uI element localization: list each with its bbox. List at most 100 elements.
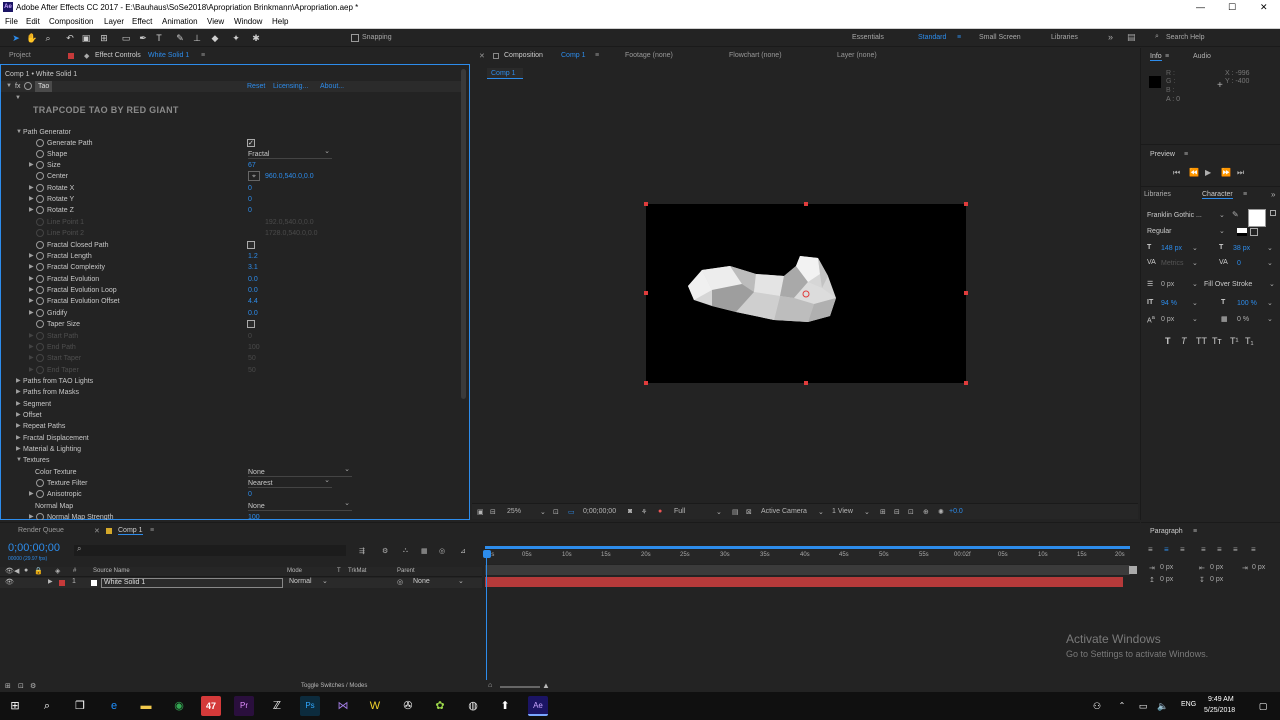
stopwatch-icon[interactable] xyxy=(36,513,44,520)
brush-tool-icon[interactable]: ✎ xyxy=(174,32,186,44)
stroke-width-value[interactable]: 0 px xyxy=(1161,281,1174,288)
tab-audio[interactable]: Audio xyxy=(1193,53,1211,60)
snapshot-icon[interactable]: ◙ xyxy=(628,508,632,515)
task-view-icon[interactable]: ❐ xyxy=(70,696,90,716)
stopwatch-icon[interactable] xyxy=(36,320,44,328)
tab-footage[interactable]: Footage (none) xyxy=(625,52,673,59)
style-chevron-icon[interactable]: ⌄ xyxy=(1219,227,1225,235)
center-value[interactable]: 960.0,540.0,0.0 xyxy=(265,171,314,182)
font-size-value[interactable]: 148 px xyxy=(1161,245,1182,252)
fractal-length-value[interactable]: 1.2 xyxy=(248,251,258,262)
tab-info[interactable]: Info xyxy=(1150,53,1162,61)
fractal-evolution-offset-value[interactable]: 4.4 xyxy=(248,296,258,307)
justify-center-icon[interactable]: ≡ xyxy=(1217,545,1222,554)
layer-switches-icon[interactable]: ⊞ xyxy=(5,682,11,690)
group-expand-icon[interactable]: ▶ xyxy=(16,444,21,455)
maximize-button[interactable]: ☐ xyxy=(1228,2,1236,13)
transform-handle[interactable] xyxy=(644,291,648,295)
group-expand-icon[interactable]: ▶ xyxy=(16,410,21,421)
menu-window[interactable]: Window xyxy=(234,17,262,26)
justify-right-icon[interactable]: ≡ xyxy=(1233,545,1238,554)
comp-nav-tab[interactable]: Comp 1 xyxy=(487,68,523,79)
composition-canvas[interactable] xyxy=(646,204,966,383)
transform-handle[interactable] xyxy=(804,381,808,385)
indent-right-value[interactable]: 0 px xyxy=(1210,564,1223,571)
rotate-y-value[interactable]: 0 xyxy=(248,194,252,205)
network-icon[interactable]: ▭ xyxy=(1133,696,1153,716)
menu-composition[interactable]: Composition xyxy=(49,17,93,26)
play-icon[interactable]: ▶ xyxy=(1205,168,1211,177)
space-before-value[interactable]: 0 px xyxy=(1160,576,1173,583)
stopwatch-icon[interactable] xyxy=(36,479,44,487)
transform-handle[interactable] xyxy=(644,202,648,206)
layer-row[interactable]: 👁 ▶ 1 White Solid 1 Normal ⌄ ◎ None ⌄ xyxy=(0,578,482,588)
group-fractal-displacement[interactable]: Fractal Displacement xyxy=(23,433,89,444)
clock-date[interactable]: 5/25/2018 xyxy=(1204,707,1235,714)
stroke-mode-dropdown[interactable]: Fill Over Stroke xyxy=(1204,281,1252,288)
zoom-in-icon[interactable]: ▲ xyxy=(542,681,550,690)
licensing-link[interactable]: Licensing... xyxy=(273,81,308,92)
menu-view[interactable]: View xyxy=(207,17,224,26)
group-expand-icon[interactable]: ▶ xyxy=(16,433,21,444)
people-icon[interactable]: ⚇ xyxy=(1087,696,1107,716)
toggle-switches-modes-button[interactable]: Toggle Switches / Modes xyxy=(301,683,367,689)
stroke-width-chevron-icon[interactable]: ⌄ xyxy=(1192,280,1198,288)
in-out-icon[interactable]: ⚙ xyxy=(30,682,36,690)
align-left-icon[interactable]: ≡ xyxy=(1148,545,1153,554)
app-green-icon[interactable]: ✿ xyxy=(430,696,450,716)
swap-colors-icon[interactable] xyxy=(1270,210,1276,216)
app-w-icon[interactable]: W xyxy=(365,696,385,716)
tracking-chevron-icon[interactable]: ⌄ xyxy=(1267,259,1273,267)
layer-duration-bar[interactable] xyxy=(485,577,1123,587)
notifications-icon[interactable]: ▢ xyxy=(1253,696,1273,716)
timeline-search-input[interactable]: ⌕ xyxy=(74,544,346,556)
vertical-scale-value[interactable]: 94 % xyxy=(1161,300,1177,307)
reset-exposure-icon[interactable]: ✺ xyxy=(938,508,944,516)
timeline-icon[interactable]: ⊡ xyxy=(908,508,914,516)
search-help-input[interactable]: Search Help xyxy=(1166,34,1205,41)
menu-layer[interactable]: Layer xyxy=(104,17,124,26)
search-icon[interactable]: ⌕ xyxy=(37,696,57,716)
windows-start-icon[interactable]: ⊞ xyxy=(5,696,25,716)
region-of-interest-icon[interactable]: ▤ xyxy=(732,508,739,516)
group-paths-from-tao-lights[interactable]: Paths from TAO Lights xyxy=(23,376,93,387)
reset-link[interactable]: Reset xyxy=(247,81,265,92)
camera-dropdown[interactable]: Active Camera xyxy=(761,508,807,515)
timeline-timecode[interactable]: 0;00;00;00 xyxy=(8,542,60,554)
channel-icon[interactable]: ● xyxy=(658,508,662,515)
generate-path-checkbox[interactable] xyxy=(247,138,255,149)
camera-tool-icon[interactable]: ▣ xyxy=(80,32,92,44)
time-ruler[interactable]: 0s 05s 10s 15s 20s 25s 30s 35s 40s 45s 5… xyxy=(485,550,1130,564)
transparency-grid-icon[interactable]: ⊠ xyxy=(746,508,752,516)
tab-timeline-comp[interactable]: Comp 1 xyxy=(118,527,143,535)
video-switch-icon[interactable]: 👁 xyxy=(5,567,14,575)
kerning-value[interactable]: Metrics xyxy=(1161,260,1184,267)
info-menu-icon[interactable]: ≡ xyxy=(1165,53,1169,60)
frame-blending-icon[interactable]: ▦ xyxy=(421,547,428,555)
shape-dropdown[interactable]: Fractal xyxy=(248,146,332,159)
justify-left-icon[interactable]: ≡ xyxy=(1201,545,1206,554)
tracking-value[interactable]: 0 xyxy=(1237,260,1241,267)
transform-handle[interactable] xyxy=(964,381,968,385)
timecode-display[interactable]: 0;00;00;00 xyxy=(583,508,616,515)
pan-behind-tool-icon[interactable]: ⊞ xyxy=(98,32,110,44)
transform-handle[interactable] xyxy=(964,202,968,206)
align-center-icon[interactable]: ≡ xyxy=(1164,545,1169,554)
hide-shy-layers-icon[interactable]: ⛬ xyxy=(403,547,408,555)
tab-layer[interactable]: Layer (none) xyxy=(837,52,877,59)
search-icon[interactable]: ⌕ xyxy=(1155,33,1159,41)
anisotropic-value[interactable]: 0 xyxy=(248,489,252,500)
work-area-range[interactable] xyxy=(485,565,1130,575)
workspace-small-screen[interactable]: Small Screen xyxy=(979,34,1021,41)
tsume-value[interactable]: 0 % xyxy=(1237,316,1249,323)
app-up-icon[interactable]: ⬆ xyxy=(495,696,515,716)
eraser-tool-icon[interactable]: ◆ xyxy=(209,32,221,44)
rotate-x-expand-icon[interactable]: ▶ xyxy=(29,183,34,194)
t-column[interactable]: T xyxy=(337,568,341,574)
size-expand-icon[interactable]: ▶ xyxy=(29,160,34,171)
resolution-dropdown[interactable]: Full xyxy=(674,508,685,515)
close-button[interactable]: ✕ xyxy=(1260,2,1268,13)
path-generator-expand-icon[interactable]: ▼ xyxy=(16,127,22,138)
show-snapshot-icon[interactable]: ⚘ xyxy=(641,508,647,516)
fast-previews-icon[interactable]: ⊟ xyxy=(894,508,900,516)
